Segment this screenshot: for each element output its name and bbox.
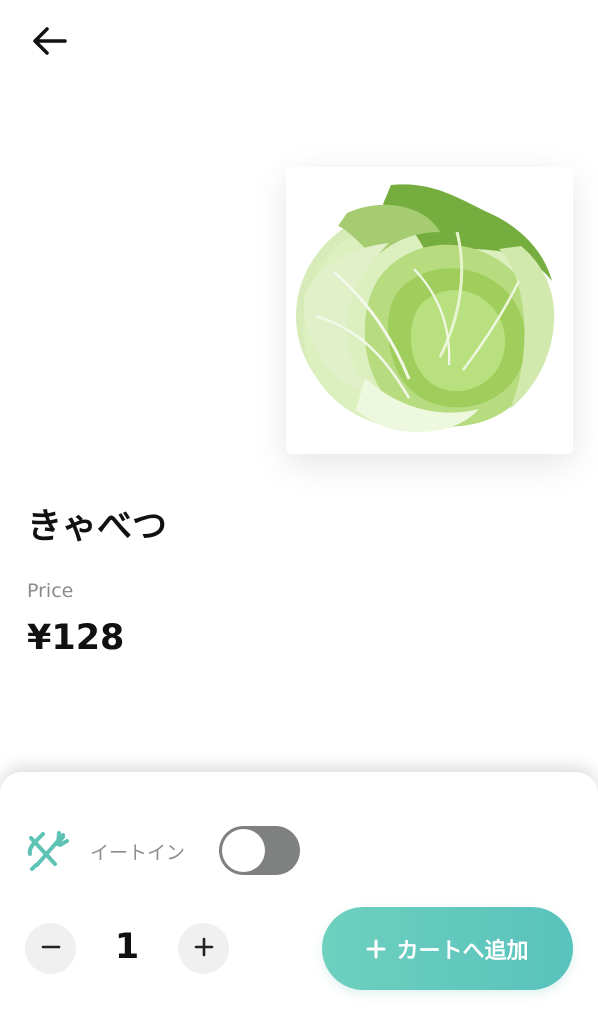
eat-in-label: イートイン <box>90 842 186 864</box>
decrease-quantity-button[interactable] <box>25 923 76 974</box>
fork-knife-icon <box>25 830 69 872</box>
arrow-left-icon <box>30 25 68 61</box>
add-to-cart-button[interactable]: カートへ追加 <box>322 907 573 990</box>
price-label: Price <box>27 580 74 602</box>
quantity-value: 1 <box>114 927 140 967</box>
increase-quantity-button[interactable] <box>178 923 229 974</box>
price-value: ¥128 <box>27 618 125 658</box>
plus-icon <box>366 939 386 959</box>
eat-in-toggle[interactable] <box>219 826 300 875</box>
cabbage-image <box>286 167 573 454</box>
product-image <box>286 167 573 454</box>
back-button[interactable] <box>22 20 76 66</box>
minus-icon <box>41 937 61 961</box>
add-to-cart-label: カートへ追加 <box>396 938 529 964</box>
toggle-knob <box>222 829 265 872</box>
product-title: きゃべつ <box>27 507 168 547</box>
plus-icon <box>194 937 214 961</box>
